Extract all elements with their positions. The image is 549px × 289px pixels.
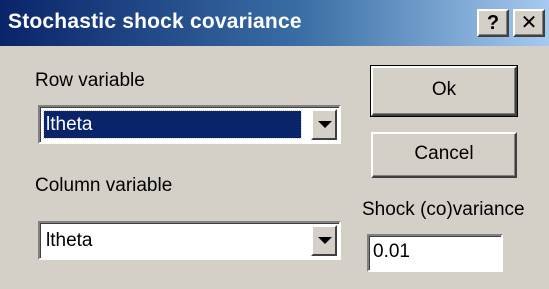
shock-covariance-input[interactable]: 0.01 <box>367 234 503 272</box>
row-variable-select[interactable]: ltheta <box>38 105 341 144</box>
title-bar[interactable]: Stochastic shock covariance ? ✕ <box>0 0 549 46</box>
column-variable-value[interactable]: ltheta <box>44 227 98 254</box>
row-variable-value[interactable]: ltheta <box>43 110 302 139</box>
shock-covariance-label: Shock (co)variance <box>362 199 525 220</box>
help-icon[interactable]: ? <box>477 9 509 37</box>
column-variable-select[interactable]: ltheta <box>38 221 341 260</box>
cancel-button[interactable]: Cancel <box>371 132 517 178</box>
dialog-window: Stochastic shock covariance ? ✕ Row vari… <box>0 0 549 289</box>
window-title: Stochastic shock covariance <box>8 10 302 33</box>
chevron-down-icon[interactable] <box>311 109 337 140</box>
ok-button[interactable]: Ok <box>370 65 518 117</box>
column-variable-label: Column variable <box>35 175 173 196</box>
close-icon[interactable]: ✕ <box>513 9 545 37</box>
chevron-down-icon[interactable] <box>311 225 337 256</box>
row-variable-label: Row variable <box>35 70 145 91</box>
